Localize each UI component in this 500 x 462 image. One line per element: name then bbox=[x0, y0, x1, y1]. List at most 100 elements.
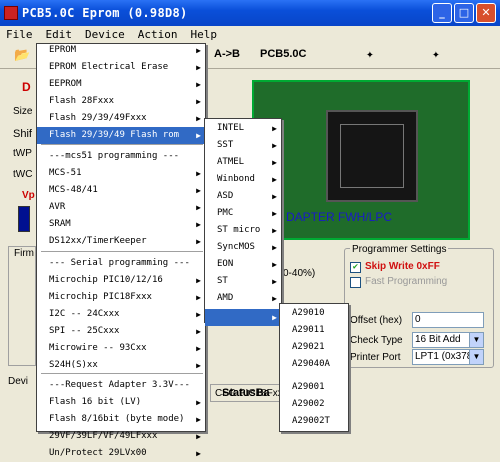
menu-item-pmc[interactable]: PMC ▶ bbox=[205, 205, 281, 222]
menu-item-eprom-electrical-erase[interactable]: EPROM Electrical Erase ▶ bbox=[37, 59, 205, 76]
submenu-arrow-icon: ▶ bbox=[196, 449, 201, 458]
fast-programming-checkbox[interactable] bbox=[350, 277, 361, 288]
menu-action[interactable]: Action bbox=[132, 26, 185, 43]
menu-item-mcs-51[interactable]: MCS-51 ▶ bbox=[37, 165, 205, 182]
status-bar: StatusBa bbox=[222, 387, 270, 399]
menu-item-label: Microwire -- 93Cxx bbox=[49, 343, 147, 353]
menu-item-i2c-24cxxx[interactable]: I2C -- 24Cxxx ▶ bbox=[37, 306, 205, 323]
menu-item-flash-28fxxx[interactable]: Flash 28Fxxx ▶ bbox=[37, 93, 205, 110]
twc-label: tWC bbox=[13, 169, 33, 180]
submenu-arrow-icon: ▶ bbox=[272, 243, 277, 252]
menu-item-serial-programming[interactable]: --- Serial programming --- bbox=[37, 255, 205, 272]
menu-item-asd[interactable]: ASD ▶ bbox=[205, 188, 281, 205]
menu-file[interactable]: File bbox=[0, 26, 40, 43]
menu-item-eon[interactable]: EON ▶ bbox=[205, 256, 281, 273]
menu-item-a29011[interactable]: A29011 bbox=[280, 322, 348, 339]
chip-image bbox=[326, 110, 418, 202]
menu-item-label: EPROM bbox=[49, 45, 77, 55]
menu-item-label: I2C -- 24Cxxx bbox=[49, 309, 120, 319]
menu-item-label: --- Serial programming --- bbox=[49, 258, 190, 268]
menu-item-a29021[interactable]: A29021 bbox=[280, 339, 348, 356]
menu-item-microchip-pic18fxxx[interactable]: Microchip PIC18Fxxx ▶ bbox=[37, 289, 205, 306]
menu-item-label: DS12xx/TimerKeeper bbox=[49, 236, 147, 246]
menu-item-mcs-48-41[interactable]: MCS-48/41 ▶ bbox=[37, 182, 205, 199]
menu-item-eeprom[interactable]: EEPROM ▶ bbox=[37, 76, 205, 93]
menu-item-label: 29VF/39LF/VF/49LFxxx bbox=[49, 431, 158, 441]
menu-item-winbond[interactable]: Winbond ▶ bbox=[205, 171, 281, 188]
menu-device[interactable]: Device bbox=[79, 26, 132, 43]
menu-item-label: A29001 bbox=[292, 382, 325, 392]
menu-item-sram[interactable]: SRAM ▶ bbox=[37, 216, 205, 233]
menu-item-sst[interactable]: SST ▶ bbox=[205, 137, 281, 154]
chip-icon[interactable]: ✦ bbox=[366, 47, 374, 62]
menu-help[interactable]: Help bbox=[185, 26, 225, 43]
menu-item-a29002[interactable]: A29002 bbox=[280, 396, 348, 413]
menu-item-un-protect-29lvx00[interactable]: Un/Protect 29LVx00 ▶ bbox=[37, 445, 205, 462]
menu-item-label: Flash 28Fxxx bbox=[49, 96, 115, 106]
menu-item-flash-8-16bit-byte-mode[interactable]: Flash 8/16bit (byte mode) ▶ bbox=[37, 411, 205, 428]
offset-field[interactable]: 0 bbox=[412, 312, 484, 328]
menu-item-request-adapter-3-3v[interactable]: ---Request Adapter 3.3V--- bbox=[37, 377, 205, 394]
menu-item-flash-16-bit-lv[interactable]: Flash 16 bit (LV) ▶ bbox=[37, 394, 205, 411]
pcb-button[interactable]: PCB5.0C bbox=[260, 48, 306, 60]
maximize-button[interactable]: □ bbox=[454, 3, 474, 23]
menu-item-spi-25cxxx[interactable]: SPI -- 25Cxxx ▶ bbox=[37, 323, 205, 340]
close-button[interactable]: ✕ bbox=[476, 3, 496, 23]
menu-item-microchip-pic10-12-16[interactable]: Microchip PIC10/12/16 ▶ bbox=[37, 272, 205, 289]
menu-bar: File Edit Device Action Help bbox=[0, 26, 500, 43]
menu-item-label: MCS-51 bbox=[49, 168, 82, 178]
menu-item-label: EEPROM bbox=[49, 79, 82, 89]
menu-item-ds12xx-timerkeeper[interactable]: DS12xx/TimerKeeper ▶ bbox=[37, 233, 205, 250]
menu-item-label: A29011 bbox=[292, 325, 325, 335]
menu-item-microwire-93cxx[interactable]: Microwire -- 93Cxx ▶ bbox=[37, 340, 205, 357]
device-label: D bbox=[22, 80, 31, 94]
menu-item-eprom[interactable]: EPROM ▶ bbox=[37, 42, 205, 59]
menu-item-29vf-39lf-vf-49lfxxx[interactable]: 29VF/39LF/VF/49LFxxx ▶ bbox=[37, 428, 205, 445]
menu-item-a29040a[interactable]: A29040A bbox=[280, 356, 348, 373]
menu-item-label: A29002T bbox=[292, 416, 330, 426]
submenu-arrow-icon: ▶ bbox=[272, 158, 277, 167]
printer-port-select[interactable]: LPT1 (0x378) ▼ bbox=[412, 349, 484, 365]
menu-edit[interactable]: Edit bbox=[40, 26, 80, 43]
menu-item-flash-29-39-49-flash-rom[interactable]: Flash 29/39/49 Flash rom ▶ bbox=[37, 127, 205, 144]
copy-ab-button[interactable]: A->B bbox=[214, 48, 240, 60]
submenu-arrow-icon: ▶ bbox=[196, 63, 201, 72]
chevron-down-icon: ▼ bbox=[469, 350, 483, 364]
chip-read-icon[interactable]: ✦ bbox=[432, 47, 440, 62]
submenu-arrow-icon: ▶ bbox=[272, 294, 277, 303]
skip-write-checkbox[interactable]: ✔ bbox=[350, 262, 361, 273]
submenu-arrow-icon: ▶ bbox=[196, 169, 201, 178]
submenu-arrow-icon: ▶ bbox=[196, 220, 201, 229]
manufacturer-submenu: A29010 A29011 A29021 A29040A A29001 A29002 A29… bbox=[279, 303, 349, 432]
menu-item-amd[interactable]: AMD ▶ bbox=[205, 290, 281, 307]
menu-item-st[interactable]: ST ▶ bbox=[205, 273, 281, 290]
device-tab[interactable]: Devi bbox=[8, 376, 28, 387]
submenu-arrow-icon: ▶ bbox=[196, 398, 201, 407]
menu-item-flash-29-39-49fxxx[interactable]: Flash 29/39/49Fxxx ▶ bbox=[37, 110, 205, 127]
open-folder-icon[interactable]: 📂 bbox=[14, 48, 30, 63]
menu-separator bbox=[41, 144, 203, 145]
menu-item-s24h-s-xx[interactable]: S24H(S)xx ▶ bbox=[37, 357, 205, 374]
menu-item-syncmos[interactable]: SyncMOS ▶ bbox=[205, 239, 281, 256]
menu-item-mcs51-programming[interactable]: ---mcs51 programming --- bbox=[37, 148, 205, 165]
submenu-arrow-icon: ▶ bbox=[196, 46, 201, 55]
submenu-arrow-icon: ▶ bbox=[272, 226, 277, 235]
menu-item-label: ATMEL bbox=[217, 157, 245, 167]
menu-item-atmel[interactable]: ATMEL ▶ bbox=[205, 154, 281, 171]
minimize-button[interactable]: _ bbox=[432, 3, 452, 23]
device-menu: EPROM ▶ EPROM Electrical Erase ▶ EEPROM ▶ Flas… bbox=[36, 42, 206, 458]
menu-item-intel[interactable]: INTEL ▶ bbox=[205, 120, 281, 137]
menu-item-avr[interactable]: AVR ▶ bbox=[37, 199, 205, 216]
submenu-arrow-icon: ▶ bbox=[196, 276, 201, 285]
menu-item-a29010[interactable]: A29010 bbox=[280, 305, 348, 322]
menu-item-label: A29010 bbox=[292, 308, 325, 318]
menu-item-label: MCS-48/41 bbox=[49, 185, 98, 195]
skip-write-label: Skip Write 0xFF bbox=[365, 261, 440, 272]
menu-item-st-micro[interactable]: ST micro ▶ bbox=[205, 222, 281, 239]
menu-item-a29001[interactable]: A29001 bbox=[280, 379, 348, 396]
menu-item-label: SST bbox=[217, 140, 234, 150]
submenu-arrow-icon: ▶ bbox=[272, 175, 277, 184]
check-type-select[interactable]: 16 Bit Add ▼ bbox=[412, 332, 484, 348]
menu-item-item[interactable]: ▶ bbox=[205, 309, 281, 326]
menu-item-a29002t[interactable]: A29002T bbox=[280, 413, 348, 430]
